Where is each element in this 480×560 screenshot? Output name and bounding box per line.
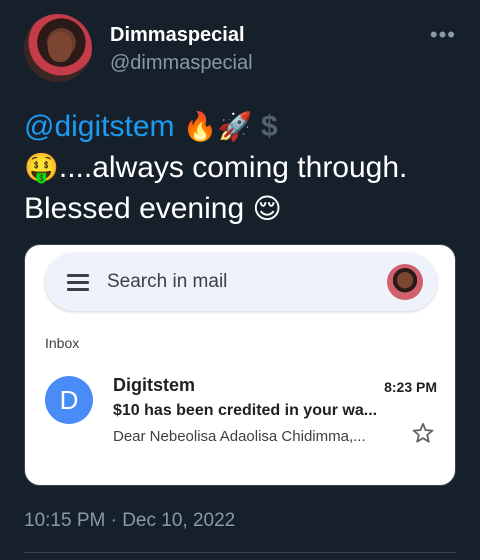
author-handle[interactable]: @dimmaspecial bbox=[110, 52, 253, 75]
tweet-timestamp[interactable]: 10:15 PM · Dec 10, 2022 bbox=[24, 510, 235, 532]
tweet-line-2-text: ....always coming through. bbox=[58, 151, 408, 184]
divider bbox=[24, 552, 456, 553]
tweet-line-2: 🤑....always coming through. bbox=[24, 147, 464, 188]
tweet-text: @digitstem 🔥🚀 $ 🤑....always coming throu… bbox=[24, 106, 464, 229]
hamburger-menu-icon bbox=[67, 274, 89, 291]
inbox-label: Inbox bbox=[45, 335, 80, 351]
email-subject: $10 has been credited in your wa... bbox=[113, 402, 378, 419]
attached-image-card[interactable]: Search in mail Inbox D Digitstem 8:23 PM… bbox=[24, 244, 456, 486]
money-mouth-emoji: 🤑 bbox=[24, 151, 59, 184]
mention-link[interactable]: @digitstem bbox=[24, 110, 175, 143]
email-sender: Digitstem bbox=[113, 375, 196, 395]
author-avatar[interactable] bbox=[24, 14, 92, 82]
tweet-line-1: @digitstem 🔥🚀 $ bbox=[24, 106, 464, 147]
fire-emoji: 🔥 bbox=[182, 110, 218, 143]
rocket-emoji: 🚀 bbox=[217, 110, 253, 143]
dollar-sign: $ bbox=[260, 110, 278, 143]
mail-search-bar: Search in mail bbox=[45, 253, 437, 311]
more-horizontal-icon[interactable]: ••• bbox=[430, 22, 456, 48]
mail-account-avatar bbox=[387, 264, 423, 300]
email-time: 8:23 PM bbox=[384, 379, 437, 395]
tweet-line-3: Blessed evening 😌 bbox=[24, 188, 464, 229]
tweet-header: Dimmaspecial @dimmaspecial ••• bbox=[24, 14, 460, 86]
email-preview: Dear Nebeolisa Adaolisa Chidimma,... bbox=[113, 428, 366, 445]
star-icon bbox=[412, 422, 434, 443]
search-placeholder: Search in mail bbox=[107, 271, 228, 292]
relieved-face-emoji: 😌 bbox=[252, 192, 282, 225]
tweet-line-3-text: Blessed evening bbox=[24, 192, 245, 225]
author-display-name[interactable]: Dimmaspecial bbox=[110, 24, 245, 47]
sender-avatar: D bbox=[45, 376, 93, 424]
